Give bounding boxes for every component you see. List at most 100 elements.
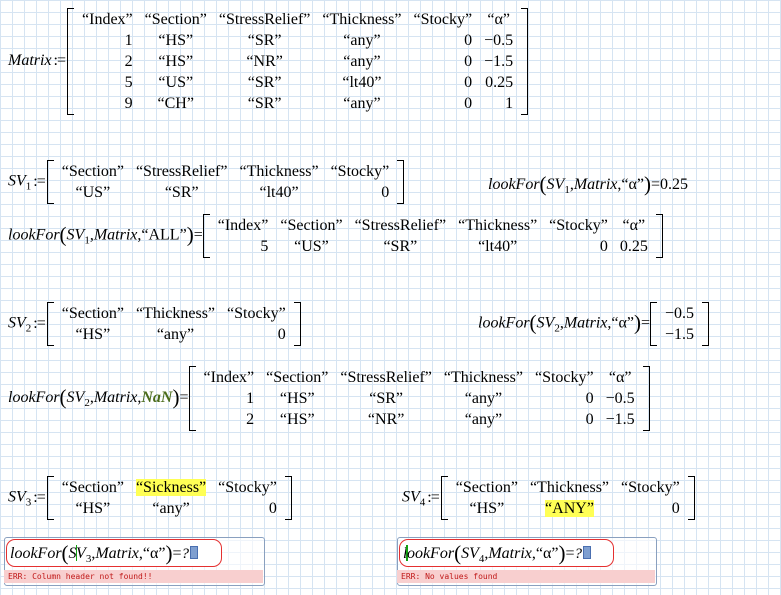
sv3-definition[interactable]: SV3:= “Section” “Sickness” “Stocky” “HS” “any… [8,476,292,520]
sv2-lookup-nan[interactable]: lookFor(SV2,Matrix,NaN)= “Index” “Section”… [8,366,650,431]
lookup-sv-sub: 2 [84,397,90,410]
matrix-cell: “any” [343,95,381,112]
sv2-definition[interactable]: SV2:= “Section” “Thickness” “Stocky” “HS” “an… [8,302,301,346]
matrix-cell: “HS” [469,500,505,517]
sv4-error-expression[interactable]: lookFor(SV4,Matrix,“α”)=? [403,541,592,566]
matrix-cell: “Thickness” [443,369,523,386]
matrix-cell: “US” [75,184,111,201]
matrix-cell: “SR” [383,238,418,255]
matrix-cell: 0 [464,53,473,70]
sv2-lookup-alpha[interactable]: lookFor(SV2,Matrix,“α”)= −0.5 −1.5 [478,302,710,346]
sv3-table: “Section” “Sickness” “Stocky” “HS” “any” 0 [46,476,292,520]
sv4-table: “Section” “Thickness” “Stocky” “HS” “ANY” 0 [440,476,695,520]
sv1-lookup-alpha[interactable]: lookFor(SV1,Matrix,“α”)=0.25 [488,172,688,197]
header-row: “Index” “Section” “StressRelief” “Thickness… [198,367,641,388]
open-paren: ( [529,310,537,335]
matrix-cell: “any” [152,500,190,517]
lookup-matrix-arg: Matrix [563,314,608,332]
sv1-table: “Section” “StressRelief” “Thickness” “Stock… [46,160,405,204]
lookup-function-name: lookFor [10,545,62,562]
lookup-sv-arg: SV [536,314,555,332]
sv1-lookup-all[interactable]: lookFor(SV1,Matrix,“ALL”)= “Index” “Sectio… [8,214,663,258]
nan-keyword: NaN [141,389,173,407]
lookup-nan-result-table: “Index” “Section” “StressRelief” “Thickness… [188,366,650,431]
open-paren: ( [59,385,67,410]
header-row: “Index” “Section” “StressRelief” “Thickness… [212,215,654,236]
equals-operator: = [193,226,203,244]
matrix-cell: 0 [268,500,277,517]
table-row: 2 “HS” “NR” “any” 0 −1.5 [76,51,519,72]
lookup-sv-arg: SV [66,389,85,407]
result-placeholder-icon[interactable] [583,546,592,559]
table-row: 1 “HS” “SR” “any” 0 −0.5 [76,30,519,51]
define-operator: := [33,314,46,332]
equals-operator: = [565,545,575,562]
matrix-cell: “SR” [247,95,282,112]
matrix-cell: 0 [464,32,473,49]
close-paren: ) [186,222,194,247]
lookup-sv-sub: 2 [554,322,560,335]
matrix-cell: −0.5 [484,32,514,49]
matrix-cell: 0 [585,411,594,428]
sv4-definition[interactable]: SV4:= “Section” “Thickness” “Stocky” “HS” “AN… [402,476,695,520]
sv3-error-expression[interactable]: lookFor(SV3,Matrix,“α”)=? [10,541,198,566]
highlighted-cell: “Sickness” [135,479,207,496]
lookup-key-arg: “ALL” [141,226,187,244]
sv2-name: SV [8,314,26,332]
equals-operator: = [640,314,650,332]
lookup-function-name: lookFor [488,176,540,193]
matrix-cell: “any” [343,32,381,49]
matrix-cell: “NR” [246,53,283,70]
sv1-subscript: 1 [25,180,32,193]
table-row: 5 “US” “SR” “lt40” 0 0.25 [76,72,519,93]
matrix-cell: “Section” [455,479,518,496]
result-cell: −0.5 [665,305,695,322]
matrix-cell: “NR” [367,411,405,428]
equals-operator: = [172,545,182,562]
result-placeholder-icon[interactable] [190,546,198,559]
open-paren: ( [59,222,67,247]
matrix-definition[interactable]: Matrix:= “Index” “Section” “StressRelief” “T… [8,8,529,115]
matrix-cell: “Sickness” [130,477,212,498]
matrix-cell: “StressRelief” [218,11,311,28]
sv2-subscript: 2 [25,322,32,335]
matrix-cell: 0 [464,74,473,91]
table-row: 9 “CH” “SR” “any” 0 1 [76,93,519,114]
unknown-result-placeholder[interactable]: ? [182,546,190,562]
sv1-definition[interactable]: SV1:= “Section” “StressRelief” “Thickness” “… [8,160,405,204]
table-row: 5 “US” “SR” “lt40” 0 0.25 [212,236,654,257]
define-operator: := [33,172,46,190]
sv4-subscript: 4 [419,496,426,509]
matrix-cell: “Stocky” [413,11,473,28]
matrix-cell: “lt40” [342,74,382,91]
header-row: “Section” “Thickness” “Stocky” [450,477,686,498]
lookup-matrix-arg: Matrix [573,176,618,193]
lookup-result: 0.25 [660,176,688,193]
matrix-cell: 1 [505,95,514,112]
matrix-cell: 2 [124,53,133,70]
matrix-cell: “HS” [75,326,111,343]
table-row: “HS” “any” 0 [56,498,283,519]
sv4-name: SV [402,488,420,506]
matrix-cell: “any” [464,390,503,407]
matrix-cell: 0 [464,95,473,112]
matrix-cell: “Section” [61,305,124,322]
matrix-cell: “α” [622,217,646,234]
matrix-cell: “Thickness” [239,163,319,180]
lookup-sv-sub: 4 [478,553,485,565]
matrix-cell: “any” [464,411,503,428]
matrix-cell: “CH” [157,95,194,112]
matrix-cell: “α” [487,11,510,28]
matrix-cell: “Thickness” [135,305,216,322]
header-row: “Index” “Section” “StressRelief” “Thickness… [76,9,519,30]
define-operator: := [427,488,440,506]
matrix-cell: “Section” [61,163,124,180]
matrix-cell: “lt40” [478,238,518,255]
equals-operator: = [179,389,189,407]
matrix-cell: 0 [277,326,286,343]
matrix-cell: 1 [246,390,255,407]
unknown-result-placeholder[interactable]: ? [575,546,583,562]
matrix-cell: “US” [158,74,194,91]
matrix-cell: “SR” [247,74,282,91]
result-cell: −1.5 [665,326,695,343]
